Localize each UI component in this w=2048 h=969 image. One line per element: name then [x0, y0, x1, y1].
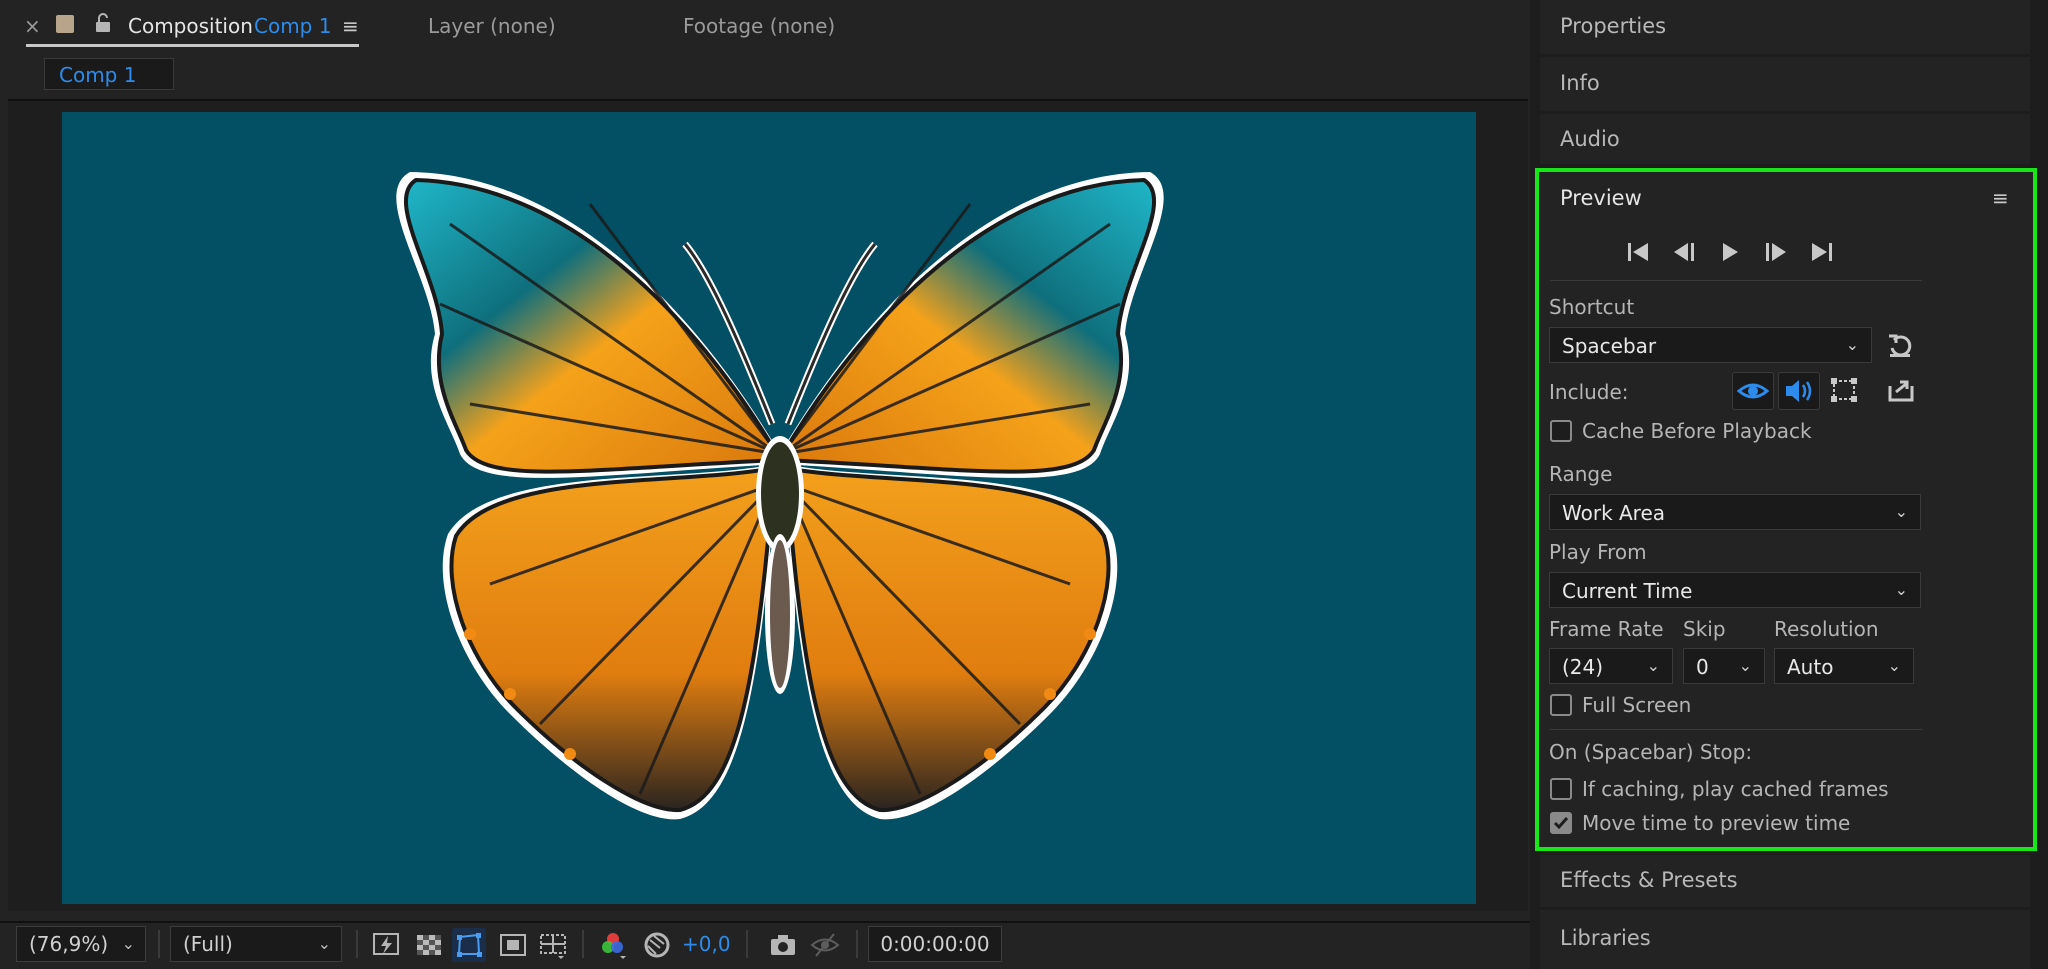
label-color-swatch-icon[interactable]: [56, 15, 74, 33]
frame-rate-value: (24): [1562, 655, 1604, 679]
cache-before-playback-label: Cache Before Playback: [1582, 419, 1812, 443]
shortcut-label: Shortcut: [1549, 295, 1635, 319]
effects-presets-panel-header[interactable]: Effects & Presets: [1540, 855, 2030, 907]
eye-icon: [1736, 383, 1770, 399]
composition-tab-label[interactable]: Composition: [128, 14, 253, 38]
chevron-down-icon: ⌄: [1894, 502, 1908, 521]
comp-1-subtab[interactable]: Comp 1: [44, 58, 174, 90]
frame-rate-label: Frame Rate: [1549, 617, 1664, 641]
snapshot-camera-icon[interactable]: [766, 928, 800, 962]
shortcut-dropdown[interactable]: Spacebar ⌄: [1549, 327, 1872, 363]
panel-menu-icon[interactable]: ≡: [342, 14, 359, 38]
libraries-panel-header[interactable]: Libraries: [1540, 910, 2030, 969]
toolbar-separator: [856, 930, 858, 958]
chevron-down-icon: ⌄: [1894, 580, 1908, 599]
audio-panel-header[interactable]: Audio: [1540, 114, 2030, 164]
resolution-dropdown[interactable]: (Full) ⌄: [170, 926, 342, 962]
zoom-value: (76,9%): [29, 932, 109, 956]
next-frame-icon[interactable]: [1762, 240, 1790, 268]
audio-panel-title: Audio: [1560, 127, 1620, 151]
last-frame-icon[interactable]: [1808, 240, 1836, 268]
range-value: Work Area: [1562, 501, 1666, 525]
move-time-checkbox[interactable]: [1550, 812, 1572, 834]
first-frame-icon[interactable]: [1624, 240, 1652, 268]
export-settings-icon[interactable]: [1886, 376, 1916, 408]
skip-dropdown[interactable]: 0 ⌄: [1683, 648, 1765, 684]
reset-exposure-icon[interactable]: [640, 928, 674, 962]
toolbar-separator: [746, 930, 748, 958]
fast-previews-icon[interactable]: [370, 928, 404, 962]
show-snapshot-icon[interactable]: [808, 928, 842, 962]
include-overlays-toggle[interactable]: [1824, 372, 1866, 410]
divider: [1550, 280, 1922, 281]
play-from-label: Play From: [1549, 540, 1647, 564]
overlay-bounds-icon: [1831, 378, 1857, 402]
frame-rate-dropdown[interactable]: (24) ⌄: [1549, 648, 1673, 684]
butterfly-image[interactable]: [380, 164, 1180, 824]
panel-menu-icon[interactable]: ≡: [1992, 186, 2009, 210]
toolbar-separator: [158, 930, 160, 958]
current-time-field[interactable]: 0:00:00:00: [868, 926, 1002, 962]
divider: [1550, 729, 1922, 730]
mask-path-visibility-icon[interactable]: [452, 928, 486, 962]
preview-panel-title: Preview: [1560, 186, 1642, 210]
range-label: Range: [1549, 462, 1613, 486]
toolbar-separator: [582, 930, 584, 958]
shortcut-value: Spacebar: [1562, 334, 1657, 358]
color-channels-icon[interactable]: [596, 928, 630, 962]
include-video-toggle[interactable]: [1732, 372, 1774, 410]
zoom-dropdown[interactable]: (76,9%) ⌄: [16, 926, 146, 962]
resolution-value: (Full): [183, 932, 233, 956]
resolution-preview-dropdown[interactable]: Auto ⌄: [1774, 648, 1914, 684]
footage-tab[interactable]: Footage (none): [683, 14, 835, 38]
transparency-grid-icon[interactable]: [412, 928, 446, 962]
lock-icon[interactable]: [94, 12, 112, 38]
chevron-down-icon: ⌄: [1845, 335, 1859, 354]
full-screen-checkbox[interactable]: [1550, 694, 1572, 716]
close-tab-icon[interactable]: ×: [24, 14, 41, 38]
chevron-down-icon: ⌄: [1646, 656, 1660, 675]
skip-label: Skip: [1683, 617, 1726, 641]
range-dropdown[interactable]: Work Area ⌄: [1549, 494, 1921, 530]
on-stop-label: On (Spacebar) Stop:: [1549, 740, 1753, 764]
resolution-preview-value: Auto: [1787, 655, 1834, 679]
previous-frame-icon[interactable]: [1670, 240, 1698, 268]
grid-guides-icon[interactable]: [536, 928, 570, 962]
properties-panel-header[interactable]: Properties: [1540, 0, 2030, 54]
speaker-icon: [1786, 380, 1812, 402]
resolution-label: Resolution: [1774, 617, 1879, 641]
include-audio-toggle[interactable]: [1778, 372, 1820, 410]
if-caching-checkbox[interactable]: [1550, 778, 1572, 800]
libraries-panel-title: Libraries: [1560, 926, 1651, 950]
toolbar-separator: [356, 930, 358, 958]
info-panel-header[interactable]: Info: [1540, 57, 2030, 111]
region-of-interest-icon[interactable]: [496, 928, 530, 962]
layer-tab[interactable]: Layer (none): [428, 14, 556, 38]
play-icon[interactable]: [1716, 240, 1744, 268]
composition-tab-comp-name[interactable]: Comp 1: [254, 14, 331, 38]
cache-before-playback-checkbox[interactable]: [1550, 420, 1572, 442]
play-from-dropdown[interactable]: Current Time ⌄: [1549, 572, 1921, 608]
effects-presets-panel-title: Effects & Presets: [1560, 868, 1738, 892]
play-from-value: Current Time: [1562, 579, 1693, 603]
properties-panel-title: Properties: [1560, 14, 1667, 38]
full-screen-label: Full Screen: [1582, 693, 1692, 717]
chevron-down-icon: ⌄: [1738, 656, 1752, 675]
skip-value: 0: [1696, 655, 1709, 679]
timecode-value: 0:00:00:00: [880, 932, 990, 956]
exposure-value[interactable]: +0,0: [682, 932, 731, 956]
chevron-down-icon: ⌄: [1887, 656, 1901, 675]
checkmark-icon: [1553, 817, 1569, 830]
chevron-down-icon: ⌄: [121, 934, 135, 953]
chevron-down-icon: ⌄: [317, 934, 331, 953]
reset-shortcut-icon[interactable]: [1886, 332, 1914, 362]
include-label: Include:: [1549, 380, 1629, 404]
info-panel-title: Info: [1560, 71, 1600, 95]
comp-subtab-row: [0, 54, 1530, 100]
move-time-label: Move time to preview time: [1582, 811, 1851, 835]
if-caching-label: If caching, play cached frames: [1582, 777, 1889, 801]
active-tab-underline: [26, 44, 359, 47]
